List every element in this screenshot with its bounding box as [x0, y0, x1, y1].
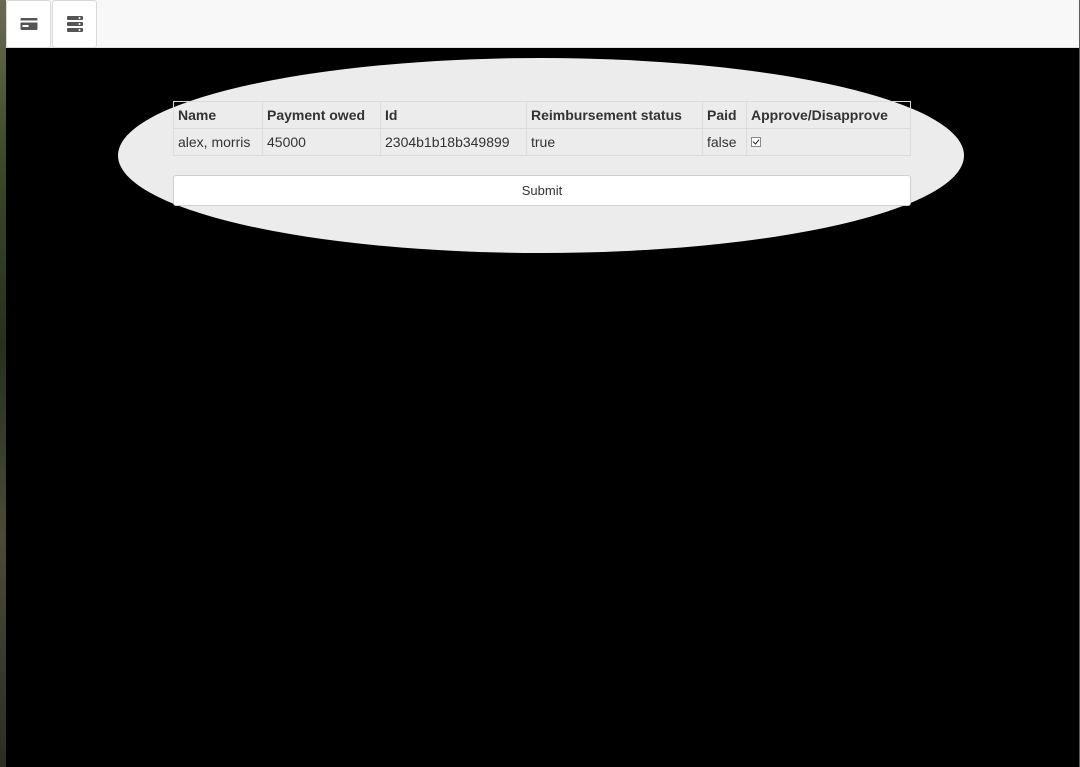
cell-paid: false — [702, 128, 747, 156]
cell-payment-owed: 45000 — [262, 128, 381, 156]
approve-checkbox[interactable] — [751, 137, 761, 148]
list-view-button[interactable] — [52, 0, 97, 48]
column-header-name: Name — [173, 101, 263, 129]
column-header-approve: Approve/Disapprove — [746, 101, 911, 129]
cell-reimbursement-status: true — [526, 128, 703, 156]
table-header-row: Name Payment owed Id Reimbursement statu… — [173, 101, 911, 129]
cell-id: 2304b1b18b349899 — [380, 128, 527, 156]
column-header-id: Id — [380, 101, 527, 129]
column-header-paid: Paid — [702, 101, 747, 129]
list-layout-icon — [66, 16, 83, 32]
reimbursement-table: Name Payment owed Id Reimbursement statu… — [173, 101, 911, 156]
cell-approve — [746, 128, 911, 156]
card-view-button[interactable] — [6, 0, 51, 48]
table-row: alex, morris 45000 2304b1b18b349899 true… — [173, 128, 911, 156]
cell-name: alex, morris — [173, 128, 263, 156]
top-toolbar — [6, 0, 1079, 48]
column-header-reimbursement-status: Reimbursement status — [526, 101, 703, 129]
browser-window: Name Payment owed Id Reimbursement statu… — [6, 0, 1080, 767]
submit-button[interactable]: Submit — [173, 175, 911, 206]
card-icon — [20, 18, 37, 30]
column-header-payment-owed: Payment owed — [262, 101, 381, 129]
